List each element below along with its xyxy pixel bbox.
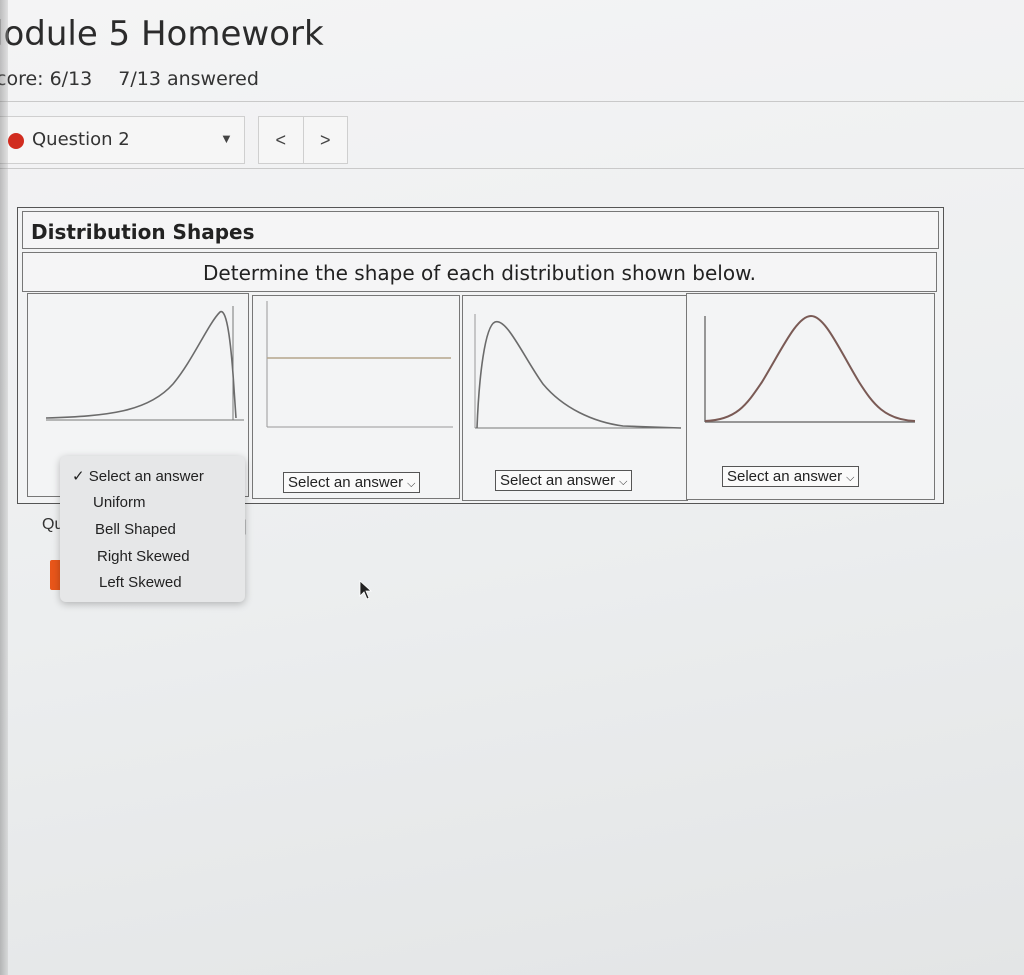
score-summary: core: 6/13 7/13 answered [0, 68, 285, 90]
question-heading-text: Distribution Shapes [31, 220, 255, 244]
checkmark-icon: ✓ [72, 468, 85, 485]
chevron-down-icon: ⌵ [407, 478, 416, 490]
answer-dropdown-3[interactable]: Select an answer ⌵ [495, 470, 633, 491]
menu-option-uniform[interactable]: Uniform [93, 494, 146, 511]
question-selector[interactable]: Question 2 ▼ [0, 116, 245, 164]
menu-option-selected[interactable]: ✓ Select an answer [72, 467, 204, 485]
distribution-curve-4 [704, 314, 916, 423]
menu-option-left-skewed[interactable]: Left Skewed [99, 574, 182, 591]
screen-edge [0, 0, 8, 975]
distribution-cell-2 [252, 295, 460, 499]
distribution-curve-2 [266, 301, 453, 428]
next-question-button[interactable]: > [302, 117, 348, 163]
page-title: lodule 5 Homework [0, 14, 324, 54]
answer-dropdown-2-value: Select an answer [288, 474, 404, 491]
question-label: Question 2 [32, 129, 130, 150]
question-heading: Distribution Shapes [22, 211, 939, 249]
status-dot-icon [8, 133, 24, 149]
menu-option-bell-shaped[interactable]: Bell Shaped [95, 521, 176, 538]
menu-option-right-skewed[interactable]: Right Skewed [97, 548, 190, 565]
divider [0, 101, 1024, 102]
prev-question-button[interactable]: < [259, 117, 303, 163]
caret-down-icon: ▼ [220, 131, 233, 146]
distribution-curve-1 [45, 306, 244, 421]
divider [0, 168, 1024, 169]
answer-dropdown-2[interactable]: Select an answer ⌵ [283, 472, 421, 493]
question-instruction: Determine the shape of each distribution… [22, 252, 937, 292]
answer-dropdown-3-value: Select an answer [500, 472, 616, 489]
score-text: core: 6/13 [0, 68, 93, 90]
question-pager: < > [258, 116, 348, 164]
answered-count: 7/13 answered [118, 68, 259, 90]
distribution-curve-3 [474, 314, 682, 429]
answer-dropdown-1-menu: ✓ Select an answer Uniform Bell Shaped R… [60, 456, 245, 602]
mouse-pointer-icon [359, 580, 373, 600]
menu-option-label: Select an answer [88, 468, 204, 485]
answer-dropdown-4-value: Select an answer [727, 468, 843, 485]
answer-dropdown-4[interactable]: Select an answer ⌵ [722, 466, 860, 487]
chevron-down-icon: ⌵ [846, 472, 855, 484]
question-instruction-text: Determine the shape of each distribution… [203, 261, 756, 285]
chevron-down-icon: ⌵ [619, 476, 628, 488]
